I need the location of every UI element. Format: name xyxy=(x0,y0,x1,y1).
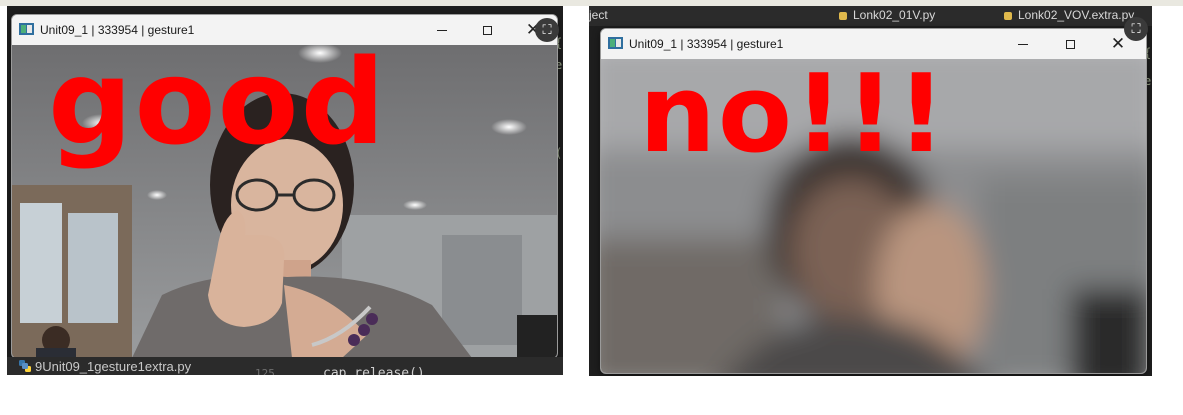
ide-tab[interactable]: Lonk02_01V.py xyxy=(839,8,935,24)
code-line-number: 125 xyxy=(255,367,275,375)
maximize-button[interactable] xyxy=(1050,29,1090,59)
maximize-button[interactable] xyxy=(467,15,507,45)
snip-expand-icon[interactable]: ⛶ xyxy=(1124,17,1148,41)
python-file-icon xyxy=(1004,11,1012,20)
ide-tab-label: Lonk02_01V.py xyxy=(853,8,936,22)
minimize-button[interactable] xyxy=(422,15,462,45)
camera-feed: good xyxy=(12,45,557,358)
ide-status-bar: 9Unit09_1gesture1extra.py xyxy=(7,357,563,375)
ide-tab[interactable]: Lonk02_VOV.extra.py xyxy=(1004,8,1134,24)
gesture-overlay-text: no!!! xyxy=(639,59,948,177)
status-file[interactable]: 9Unit09_1gesture1extra.py xyxy=(19,359,191,374)
gesture-window-left: Unit09_1 | 333954 | gesture1 ✕ good xyxy=(11,14,558,359)
close-icon: ✕ xyxy=(1110,33,1126,54)
ide-tab[interactable]: ject xyxy=(589,8,608,24)
maximize-icon xyxy=(1065,39,1075,49)
left-screenshot-panel: { e ( Unit09_1 | 333954 | gesture1 ✕ goo… xyxy=(7,6,563,375)
window-title: Unit09_1 | 333954 | gesture1 xyxy=(40,23,195,37)
ide-tab-label: Lonk02_VOV.extra.py xyxy=(1018,8,1135,22)
window-title: Unit09_1 | 333954 | gesture1 xyxy=(629,37,784,51)
python-file-icon xyxy=(19,360,31,372)
maximize-icon xyxy=(482,25,492,35)
minimize-icon xyxy=(437,29,447,31)
right-screenshot-panel: ject Lonk02_01V.py Lonk02_VOV.extra.py {… xyxy=(589,6,1152,376)
gesture-overlay-text: good xyxy=(48,45,388,171)
opencv-window-icon xyxy=(608,37,623,49)
gesture-window-right: Unit09_1 | 333954 | gesture1 ✕ no!!! xyxy=(600,28,1147,374)
snip-expand-icon[interactable]: ⛶ xyxy=(535,18,559,42)
window-titlebar[interactable]: Unit09_1 | 333954 | gesture1 ✕ xyxy=(12,15,557,45)
minimize-icon xyxy=(1018,43,1028,45)
minimize-button[interactable] xyxy=(1003,29,1043,59)
status-file-name: 9Unit09_1gesture1extra.py xyxy=(35,359,192,374)
ide-tabbar: ject Lonk02_01V.py Lonk02_VOV.extra.py xyxy=(589,6,1152,26)
window-titlebar[interactable]: Unit09_1 | 333954 | gesture1 ✕ xyxy=(601,29,1146,59)
code-peek: cap.release() xyxy=(323,366,425,375)
opencv-window-icon xyxy=(19,23,34,35)
camera-feed: no!!! xyxy=(601,59,1146,373)
python-file-icon xyxy=(839,11,847,20)
